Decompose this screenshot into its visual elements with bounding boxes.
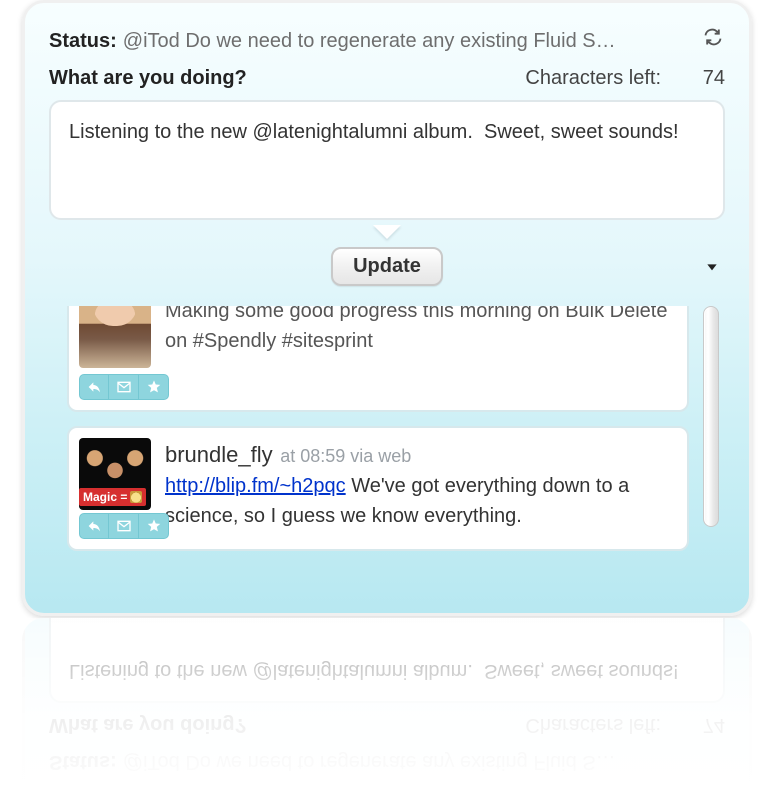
- twitter-widget: Status: @iTod Do we need to regenerate a…: [22, 0, 752, 616]
- tweet-meta: at 08:59 via web: [280, 446, 411, 466]
- status-label: Status:: [49, 30, 117, 53]
- tweet-link[interactable]: http://blip.fm/~h2pqc: [165, 475, 346, 497]
- update-button[interactable]: Update: [331, 247, 443, 286]
- favorite-icon[interactable]: [139, 374, 169, 400]
- compose-prompt: What are you doing?: [49, 67, 525, 90]
- scrollbar-thumb[interactable]: [703, 306, 719, 527]
- tweet-item: Magic = brundle_fly at 08:59 via web htt…: [67, 426, 689, 551]
- pie-icon: [130, 491, 142, 503]
- reply-icon[interactable]: [79, 374, 109, 400]
- refresh-icon[interactable]: [701, 25, 725, 49]
- tweet-username[interactable]: brundle_fly: [165, 442, 273, 467]
- avatar-badge: Magic =: [79, 488, 146, 506]
- message-icon[interactable]: [109, 374, 139, 400]
- scrollbar[interactable]: [699, 306, 723, 589]
- tweet-actions: [79, 374, 675, 400]
- callout-arrow-icon: [373, 225, 401, 239]
- prompt-row: What are you doing? Characters left: 74: [49, 67, 725, 90]
- tweet-item: Making some good progress this morning o…: [67, 306, 689, 412]
- reply-icon[interactable]: [79, 513, 109, 539]
- avatar: [79, 306, 151, 368]
- tweet-text: Making some good progress this morning o…: [165, 306, 667, 352]
- chevron-down-icon[interactable]: [701, 256, 723, 278]
- compose-input[interactable]: [49, 100, 725, 220]
- status-row: Status: @iTod Do we need to regenerate a…: [49, 25, 725, 53]
- chars-left-label: Characters left:: [525, 67, 661, 90]
- message-icon[interactable]: [109, 513, 139, 539]
- timeline: Making some good progress this morning o…: [67, 306, 689, 589]
- tweet-actions: [79, 513, 675, 539]
- chars-left-value: 74: [685, 67, 725, 90]
- favorite-icon[interactable]: [139, 513, 169, 539]
- avatar: Magic =: [79, 438, 151, 510]
- status-text: @iTod Do we need to regenerate any exist…: [123, 30, 695, 53]
